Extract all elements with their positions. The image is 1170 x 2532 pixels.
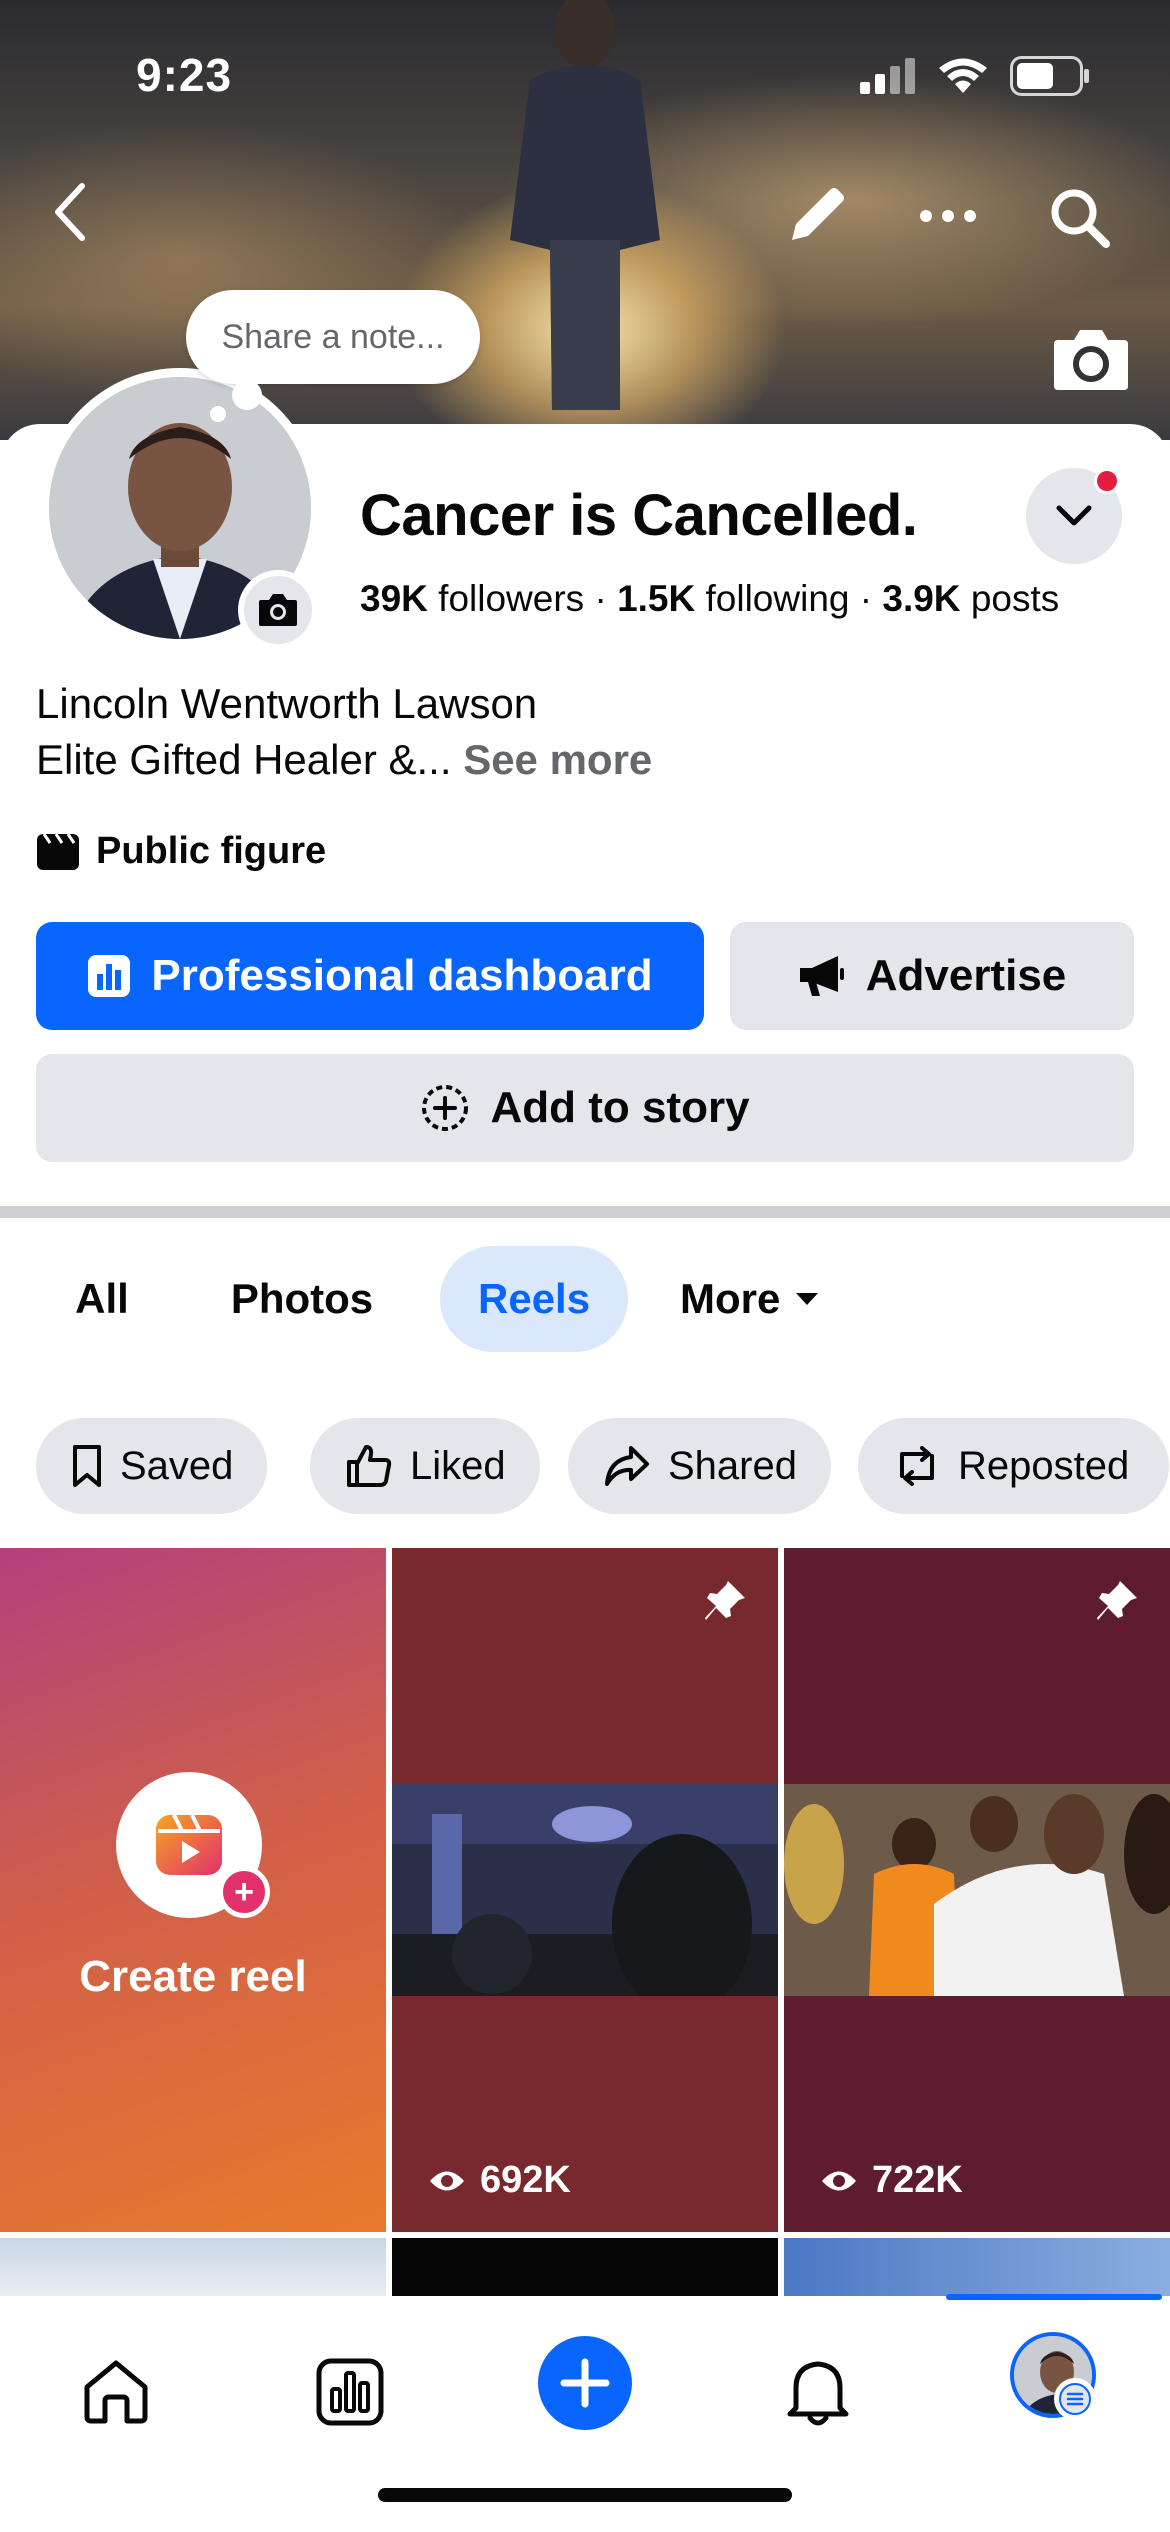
profile-stats: 39K followers · 1.5K following · 3.9K po…	[360, 578, 1059, 620]
tab-all[interactable]: All	[52, 1246, 152, 1352]
pin-icon	[705, 1581, 745, 1620]
profile-category: Public figure	[36, 830, 326, 873]
avatar-camera-button[interactable]	[238, 570, 318, 650]
reel-views-value: 722K	[872, 2159, 963, 2201]
reel-thumbnail	[784, 1784, 1170, 1996]
profile-bio: Lincoln Wentworth Lawson Elite Gifted He…	[36, 676, 652, 788]
status-time: 9:23	[136, 49, 233, 101]
menu-lines-icon	[1059, 2383, 1091, 2415]
clapperboard-icon	[37, 832, 79, 870]
tab-more-label: More	[680, 1275, 781, 1322]
share-note-bubble[interactable]: Share a note...	[186, 290, 480, 384]
profile-name: Cancer is Cancelled.	[360, 483, 918, 548]
advertise-label: Advertise	[865, 951, 1067, 1000]
stat-separator: ·	[594, 578, 607, 619]
filter-liked-label: Liked	[410, 1443, 506, 1488]
bookmark-icon	[73, 1445, 101, 1487]
tab-reels[interactable]: Reels	[440, 1246, 629, 1352]
nav-home[interactable]	[56, 2332, 176, 2452]
chart-icon	[316, 2358, 384, 2426]
posts-stat[interactable]: 3.9K posts	[882, 578, 1059, 619]
home-indicator[interactable]	[378, 2488, 792, 2502]
reel-tile-partial[interactable]	[784, 2238, 1170, 2298]
share-note-placeholder: Share a note...	[221, 317, 445, 356]
reel-view-count: 692K	[428, 2159, 571, 2202]
reels-icon	[156, 1814, 222, 1875]
status-icons	[860, 56, 1090, 96]
menu-badge[interactable]	[1054, 2378, 1096, 2420]
notification-dot	[1094, 468, 1120, 494]
camera-icon	[259, 594, 297, 626]
followers-stat[interactable]: 39K followers	[360, 578, 584, 619]
signal-icon	[860, 58, 915, 94]
chevron-down-icon	[1056, 505, 1092, 526]
reel-tile-partial[interactable]	[392, 2238, 778, 2298]
bell-icon	[787, 2361, 849, 2426]
thumbs-up-icon	[347, 1445, 392, 1487]
reel-views-value: 692K	[480, 2159, 571, 2201]
reel-tile-partial[interactable]	[0, 2238, 386, 2298]
cover-figure-image	[510, 0, 660, 410]
create-reel-tile[interactable]: + Create reel	[0, 1548, 386, 2232]
stat-separator: ·	[859, 578, 873, 619]
create-reel-label: Create reel	[79, 1952, 307, 2001]
active-indicator	[946, 2294, 1162, 2300]
tab-photos[interactable]: Photos	[208, 1246, 396, 1352]
home-icon	[84, 2360, 148, 2424]
filter-reposted[interactable]: Reposted	[858, 1418, 1170, 1514]
filter-shared[interactable]: Shared	[568, 1418, 831, 1514]
filter-saved-label: Saved	[120, 1443, 234, 1488]
pin-icon	[1097, 1581, 1137, 1620]
battery-icon	[1010, 56, 1089, 96]
eye-icon	[822, 2171, 856, 2190]
professional-dashboard-label: Professional dashboard	[151, 951, 653, 1000]
cover-camera-icon[interactable]	[1052, 326, 1130, 392]
tab-more[interactable]: More	[680, 1246, 820, 1352]
professional-dashboard-button[interactable]: Professional dashboard	[36, 922, 704, 1030]
note-bubble-tail	[232, 380, 262, 410]
chevron-left-icon[interactable]	[50, 180, 90, 244]
share-arrow-icon	[605, 1446, 649, 1486]
filter-reposted-label: Reposted	[958, 1443, 1130, 1488]
repost-icon	[900, 1446, 934, 1486]
wifi-icon	[939, 58, 987, 93]
reel-tile[interactable]: 692K	[392, 1548, 778, 2232]
pencil-icon[interactable]	[784, 182, 850, 248]
add-circle-icon	[422, 1085, 469, 1131]
caret-down-icon	[796, 1293, 819, 1305]
filter-liked[interactable]: Liked	[310, 1418, 540, 1514]
plus-icon	[560, 2358, 610, 2408]
create-plus-icon: +	[218, 1866, 270, 1918]
filter-saved[interactable]: Saved	[36, 1418, 268, 1514]
category-label: Public figure	[96, 830, 327, 872]
bio-line-2: Elite Gifted Healer &...	[36, 736, 452, 783]
following-stat[interactable]: 1.5K following	[617, 578, 849, 619]
ellipsis-icon[interactable]	[918, 208, 978, 224]
add-to-story-label: Add to story	[490, 1083, 750, 1132]
nav-create[interactable]	[538, 2336, 632, 2430]
nav-dashboard[interactable]	[290, 2332, 410, 2452]
reel-view-count: 722K	[820, 2159, 963, 2202]
add-to-story-button[interactable]: Add to story	[36, 1054, 1134, 1162]
nav-notifications[interactable]	[758, 2332, 878, 2452]
reel-thumbnail	[392, 1784, 778, 1996]
bar-chart-icon	[88, 955, 131, 997]
bio-line-1: Lincoln Wentworth Lawson	[36, 680, 538, 727]
section-divider	[0, 1206, 1170, 1218]
see-more-link[interactable]: See more	[463, 736, 652, 783]
search-icon[interactable]	[1048, 186, 1112, 250]
eye-icon	[430, 2171, 464, 2190]
note-bubble-tail-small	[210, 406, 226, 422]
megaphone-icon	[799, 956, 844, 996]
filter-shared-label: Shared	[668, 1443, 797, 1488]
reel-tile[interactable]: 722K	[784, 1548, 1170, 2232]
advertise-button[interactable]: Advertise	[730, 922, 1134, 1030]
